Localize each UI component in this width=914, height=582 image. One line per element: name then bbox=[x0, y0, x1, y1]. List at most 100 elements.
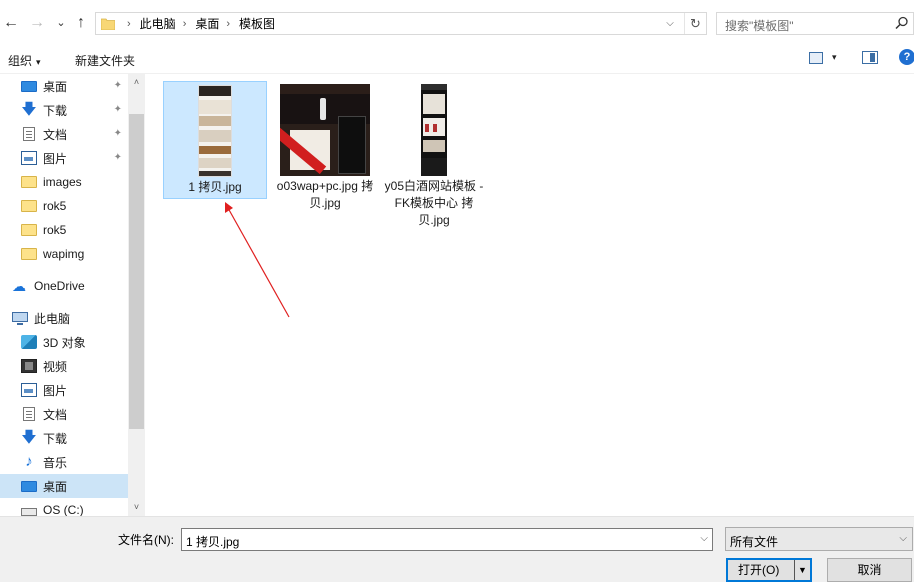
forward-button[interactable]: → bbox=[28, 14, 46, 32]
sidebar-item-label: rok5 bbox=[43, 199, 67, 213]
breadcrumb-template-folder[interactable]: 模板图 bbox=[239, 15, 275, 32]
scroll-down-icon[interactable]: ˅ bbox=[128, 499, 145, 516]
drive-icon bbox=[21, 508, 37, 516]
sidebar-item-label: 音乐 bbox=[43, 455, 68, 470]
file-thumbnail bbox=[280, 84, 370, 176]
sidebar-item-wapimg[interactable]: wapimg bbox=[0, 242, 128, 266]
breadcrumb: › 此电脑 › 桌面 › 模板图 bbox=[120, 13, 275, 34]
filename-input[interactable]: 1 拷贝.jpg ⌵ bbox=[181, 528, 713, 551]
preview-pane-icon[interactable] bbox=[862, 51, 878, 64]
sidebar-item-label: 此电脑 bbox=[34, 311, 71, 326]
help-icon[interactable]: ? bbox=[899, 49, 914, 65]
address-dropdown-button[interactable]: ⌵ bbox=[662, 13, 678, 34]
sidebar-item-label: 下载 bbox=[43, 103, 68, 118]
file-item[interactable]: 1 拷贝.jpg bbox=[163, 81, 267, 199]
sidebar-item-label: 文档 bbox=[43, 127, 68, 142]
3d-objects-icon bbox=[21, 335, 37, 349]
folder-icon bbox=[21, 224, 37, 236]
file-type-value: 所有文件 bbox=[730, 535, 779, 549]
back-button[interactable]: ← bbox=[2, 14, 20, 32]
sidebar-item-documents-quick[interactable]: 文档 ✦ bbox=[0, 122, 128, 146]
breadcrumb-separator: › bbox=[226, 17, 231, 30]
sidebar-item-label: OS (C:) bbox=[43, 503, 84, 516]
sidebar-item-label: 图片 bbox=[43, 383, 68, 398]
document-icon bbox=[23, 127, 35, 141]
file-name: y05白酒网站模板 - FK模板中心 拷贝.jpg bbox=[384, 179, 484, 227]
filename-value: 1 拷贝.jpg bbox=[186, 535, 240, 549]
desktop-icon bbox=[21, 481, 37, 492]
sidebar-item-downloads-quick[interactable]: 🡇 下载 ✦ bbox=[0, 98, 128, 122]
sidebar-item-desktop[interactable]: 桌面 bbox=[0, 474, 128, 498]
sidebar-item-label: 视频 bbox=[43, 359, 68, 374]
sidebar-item-pictures[interactable]: 图片 bbox=[0, 378, 128, 402]
filename-label: 文件名(N): bbox=[118, 533, 174, 547]
sidebar-scrollbar[interactable]: ˄ ˅ bbox=[128, 74, 145, 516]
sidebar-item-3d-objects[interactable]: 3D 对象 bbox=[0, 330, 128, 354]
sidebar-item-pictures-quick[interactable]: 图片 ✦ bbox=[0, 146, 128, 170]
search-input[interactable]: 搜索"模板图" bbox=[716, 12, 914, 35]
new-folder-button[interactable]: 新建文件夹 bbox=[75, 52, 135, 69]
open-button-label: 打开(O) bbox=[738, 563, 780, 577]
refresh-icon: ↻ bbox=[690, 16, 701, 31]
address-bar[interactable]: › 此电脑 › 桌面 › 模板图 ⌵ ↻ bbox=[95, 12, 707, 35]
pin-icon: ✦ bbox=[113, 104, 122, 115]
sidebar-item-os-drive[interactable]: OS (C:) bbox=[0, 498, 128, 516]
search-placeholder: 搜索"模板图" bbox=[725, 19, 794, 33]
sidebar-item-videos[interactable]: 视频 bbox=[0, 354, 128, 378]
sidebar-item-music[interactable]: ♪ 音乐 bbox=[0, 450, 128, 474]
breadcrumb-desktop[interactable]: 桌面 bbox=[195, 15, 219, 32]
file-dialog-footer: 文件名(N): 1 拷贝.jpg ⌵ 所有文件 ⌵ 打开(O) ▼ 取消 bbox=[0, 516, 914, 582]
back-arrow-icon: ← bbox=[3, 14, 19, 31]
refresh-button[interactable]: ↻ bbox=[684, 13, 706, 34]
sidebar-item-rok5-2[interactable]: rok5 bbox=[0, 218, 128, 242]
search-icon bbox=[895, 16, 908, 30]
organize-button[interactable]: 组织 ▾ bbox=[8, 52, 41, 69]
folder-icon bbox=[101, 18, 115, 30]
video-icon bbox=[21, 359, 37, 373]
breadcrumb-this-pc[interactable]: 此电脑 bbox=[140, 15, 176, 32]
up-button[interactable]: ↑ bbox=[72, 14, 90, 32]
sidebar-item-onedrive[interactable]: ☁ OneDrive bbox=[0, 274, 128, 298]
sidebar-item-label: 下载 bbox=[43, 431, 68, 446]
folder-icon bbox=[21, 176, 37, 188]
picture-icon bbox=[21, 151, 37, 165]
sidebar-item-label: images bbox=[43, 175, 82, 189]
sidebar-item-this-pc[interactable]: 此电脑 bbox=[0, 306, 128, 330]
pin-icon: ✦ bbox=[113, 80, 122, 91]
file-name: 1 拷贝.jpg bbox=[188, 180, 242, 194]
file-item[interactable]: y05白酒网站模板 - FK模板中心 拷贝.jpg bbox=[382, 81, 486, 241]
sidebar-item-rok5[interactable]: rok5 bbox=[0, 194, 128, 218]
chevron-down-icon[interactable]: ⌵ bbox=[700, 533, 708, 544]
scroll-up-icon[interactable]: ˄ bbox=[128, 74, 145, 91]
scrollbar-thumb[interactable] bbox=[129, 114, 144, 429]
folder-icon bbox=[21, 200, 37, 212]
sidebar-item-downloads[interactable]: 🡇 下载 bbox=[0, 426, 128, 450]
forward-arrow-icon: → bbox=[29, 14, 45, 31]
organize-label: 组织 bbox=[8, 54, 33, 68]
navigation-pane: 桌面 ✦ 🡇 下载 ✦ 文档 ✦ 图片 ✦ images rok5 rok5 w… bbox=[0, 74, 145, 516]
file-thumbnail bbox=[198, 85, 232, 177]
cancel-button[interactable]: 取消 bbox=[827, 558, 912, 582]
file-name: o03wap+pc.jpg 拷贝.jpg bbox=[276, 179, 374, 210]
desktop-icon bbox=[21, 81, 37, 92]
picture-icon bbox=[21, 383, 37, 397]
cloud-icon: ☁ bbox=[12, 278, 26, 294]
download-icon: 🡇 bbox=[21, 101, 37, 118]
open-options-caret-icon[interactable]: ▼ bbox=[794, 560, 810, 580]
open-button[interactable]: 打开(O) ▼ bbox=[726, 558, 812, 582]
sidebar-item-desktop-quick[interactable]: 桌面 ✦ bbox=[0, 74, 128, 98]
chevron-down-icon: ⌵ bbox=[666, 18, 674, 29]
pin-icon: ✦ bbox=[113, 152, 122, 163]
file-item[interactable]: o03wap+pc.jpg 拷贝.jpg bbox=[273, 81, 377, 221]
caret-down-icon: ▾ bbox=[36, 57, 41, 67]
chevron-down-icon: ⌵ bbox=[899, 533, 907, 544]
sidebar-item-images[interactable]: images bbox=[0, 170, 128, 194]
sidebar-item-documents[interactable]: 文档 bbox=[0, 402, 128, 426]
recent-locations-button[interactable]: ⌄ bbox=[52, 14, 70, 32]
sidebar-item-label: wapimg bbox=[43, 247, 85, 261]
sidebar-item-label: OneDrive bbox=[34, 279, 85, 293]
file-type-select[interactable]: 所有文件 ⌵ bbox=[725, 527, 913, 551]
breadcrumb-separator: › bbox=[182, 17, 187, 30]
change-view-icon[interactable] bbox=[809, 52, 823, 64]
view-options-caret-icon[interactable]: ▾ bbox=[832, 52, 837, 63]
